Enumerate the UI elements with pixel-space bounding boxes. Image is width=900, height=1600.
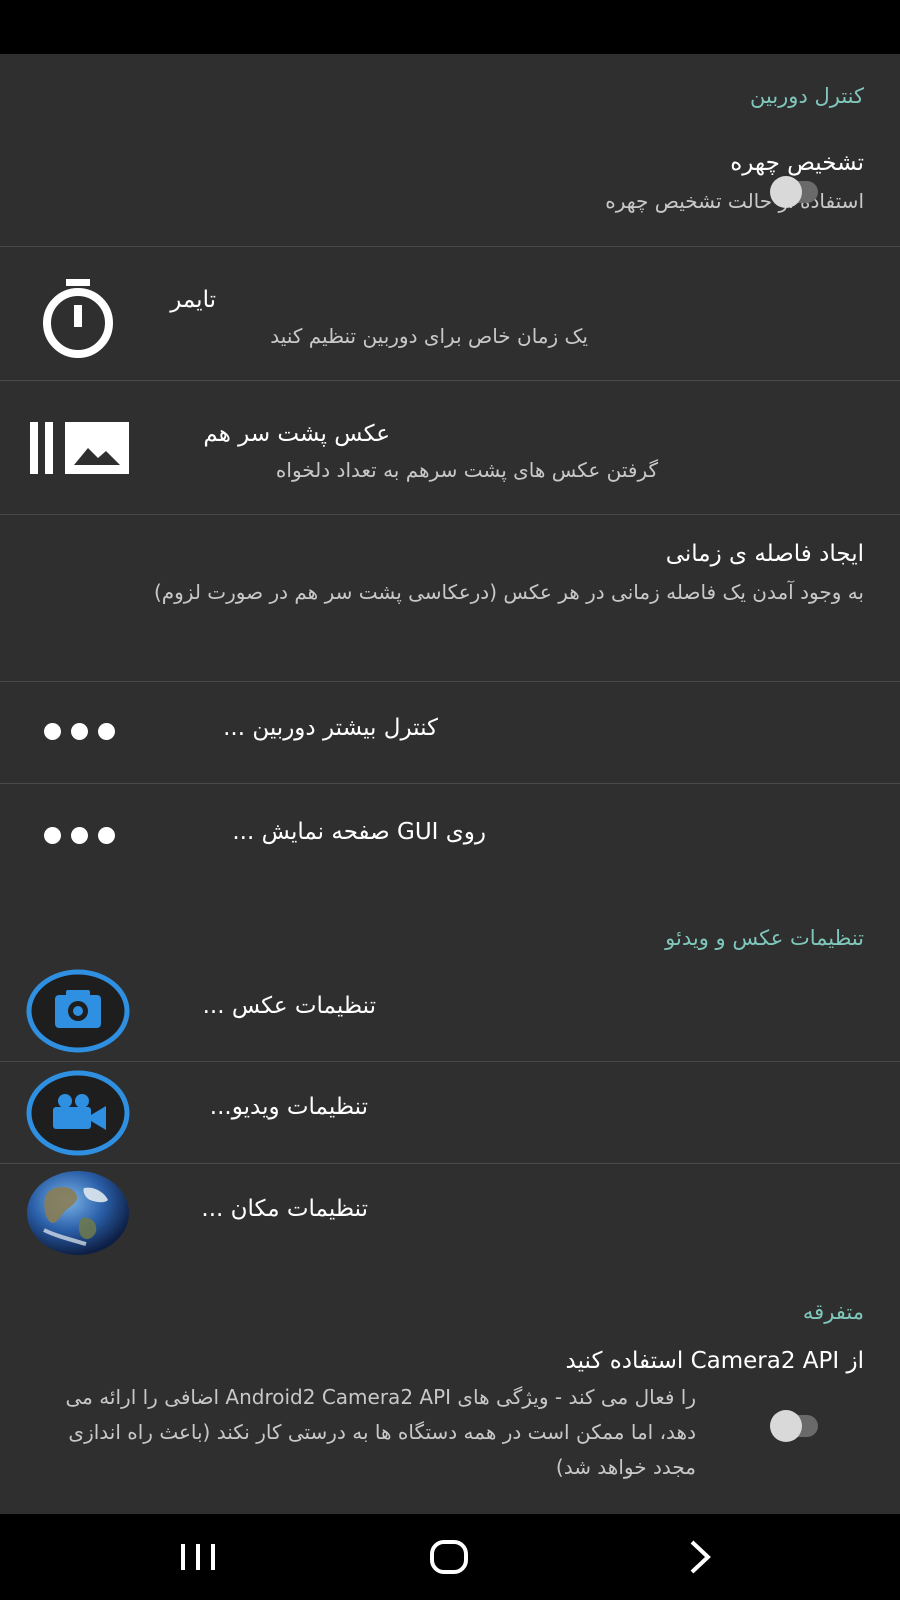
home-icon[interactable] bbox=[420, 1532, 480, 1582]
toggle-knob bbox=[770, 1410, 802, 1442]
timer-setting[interactable]: تایمر یک زمان خاص برای دوربین تنظیم کنید bbox=[0, 247, 900, 380]
photo-settings-title: تنظیمات عکس ... bbox=[202, 993, 376, 1019]
camera2-api-toggle[interactable] bbox=[770, 1410, 818, 1442]
face-detection-toggle[interactable] bbox=[770, 176, 818, 208]
timer-title: تایمر bbox=[170, 287, 216, 313]
video-camera-icon bbox=[26, 1070, 130, 1156]
burst-summary: گرفتن عکس های پشت سرهم به تعداد دلخواه bbox=[275, 458, 658, 482]
section-header-camera-controls: کنترل دوربین bbox=[750, 84, 864, 108]
camera2-api-title: از Camera2 API استفاده کنید bbox=[565, 1348, 864, 1374]
recent-apps-icon[interactable] bbox=[168, 1532, 228, 1582]
globe-icon bbox=[27, 1171, 129, 1255]
burst-setting[interactable]: عکس پشت سر هم گرفتن عکس های پشت سرهم به … bbox=[0, 381, 900, 514]
face-detection-title: تشخیص چهره bbox=[730, 150, 864, 176]
section-header-photo-video: تنظیمات عکس و ویدئو bbox=[665, 926, 864, 950]
video-settings-title: تنظیمات ویدیو... bbox=[209, 1094, 368, 1120]
more-camera-controls[interactable]: کنترل بیشتر دوربین ... bbox=[0, 682, 900, 783]
navigation-bar bbox=[0, 1514, 900, 1600]
timer-summary: یک زمان خاص برای دوربین تنظیم کنید bbox=[270, 324, 588, 348]
burst-interval-setting[interactable]: ایجاد فاصله ی زمانی به وجود آمدن یک فاصل… bbox=[0, 515, 900, 681]
face-detection-summary: استفاده از حالت تشخیص چهره bbox=[605, 189, 864, 213]
status-bar bbox=[0, 0, 900, 54]
location-settings[interactable]: تنظیمات مکان ... bbox=[0, 1164, 900, 1268]
location-settings-title: تنظیمات مکان ... bbox=[201, 1196, 368, 1222]
burst-interval-title: ایجاد فاصله ی زمانی bbox=[665, 541, 864, 567]
more-camera-controls-title: کنترل بیشتر دوربین ... bbox=[223, 715, 438, 741]
face-detection-setting[interactable]: تشخیص چهره استفاده از حالت تشخیص چهره bbox=[0, 132, 900, 246]
video-settings[interactable]: تنظیمات ویدیو... bbox=[0, 1062, 900, 1163]
burst-mode-icon bbox=[30, 422, 129, 474]
burst-title: عکس پشت سر هم bbox=[203, 421, 390, 447]
burst-interval-summary: به وجود آمدن یک فاصله زمانی در هر عکس (د… bbox=[153, 580, 864, 604]
settings-list[interactable]: کنترل دوربین تشخیص چهره استفاده از حالت … bbox=[0, 54, 900, 1514]
timer-icon bbox=[43, 279, 113, 358]
camera-icon bbox=[26, 969, 130, 1053]
gui-settings[interactable]: روی GUI صفحه نمایش ... bbox=[0, 784, 900, 888]
camera2-api-summary: را فعال می کند - ویژگی های Android2 Came… bbox=[65, 1385, 696, 1479]
more-dots-icon bbox=[44, 827, 115, 844]
camera2-api-setting[interactable]: از Camera2 API استفاده کنید را فعال می ک… bbox=[0, 1340, 900, 1514]
back-icon[interactable] bbox=[672, 1532, 732, 1582]
toggle-knob bbox=[770, 176, 802, 208]
photo-settings[interactable]: تنظیمات عکس ... bbox=[0, 961, 900, 1061]
section-header-misc: متفرقه bbox=[802, 1300, 864, 1324]
more-dots-icon bbox=[44, 723, 115, 740]
gui-settings-title: روی GUI صفحه نمایش ... bbox=[232, 819, 486, 845]
